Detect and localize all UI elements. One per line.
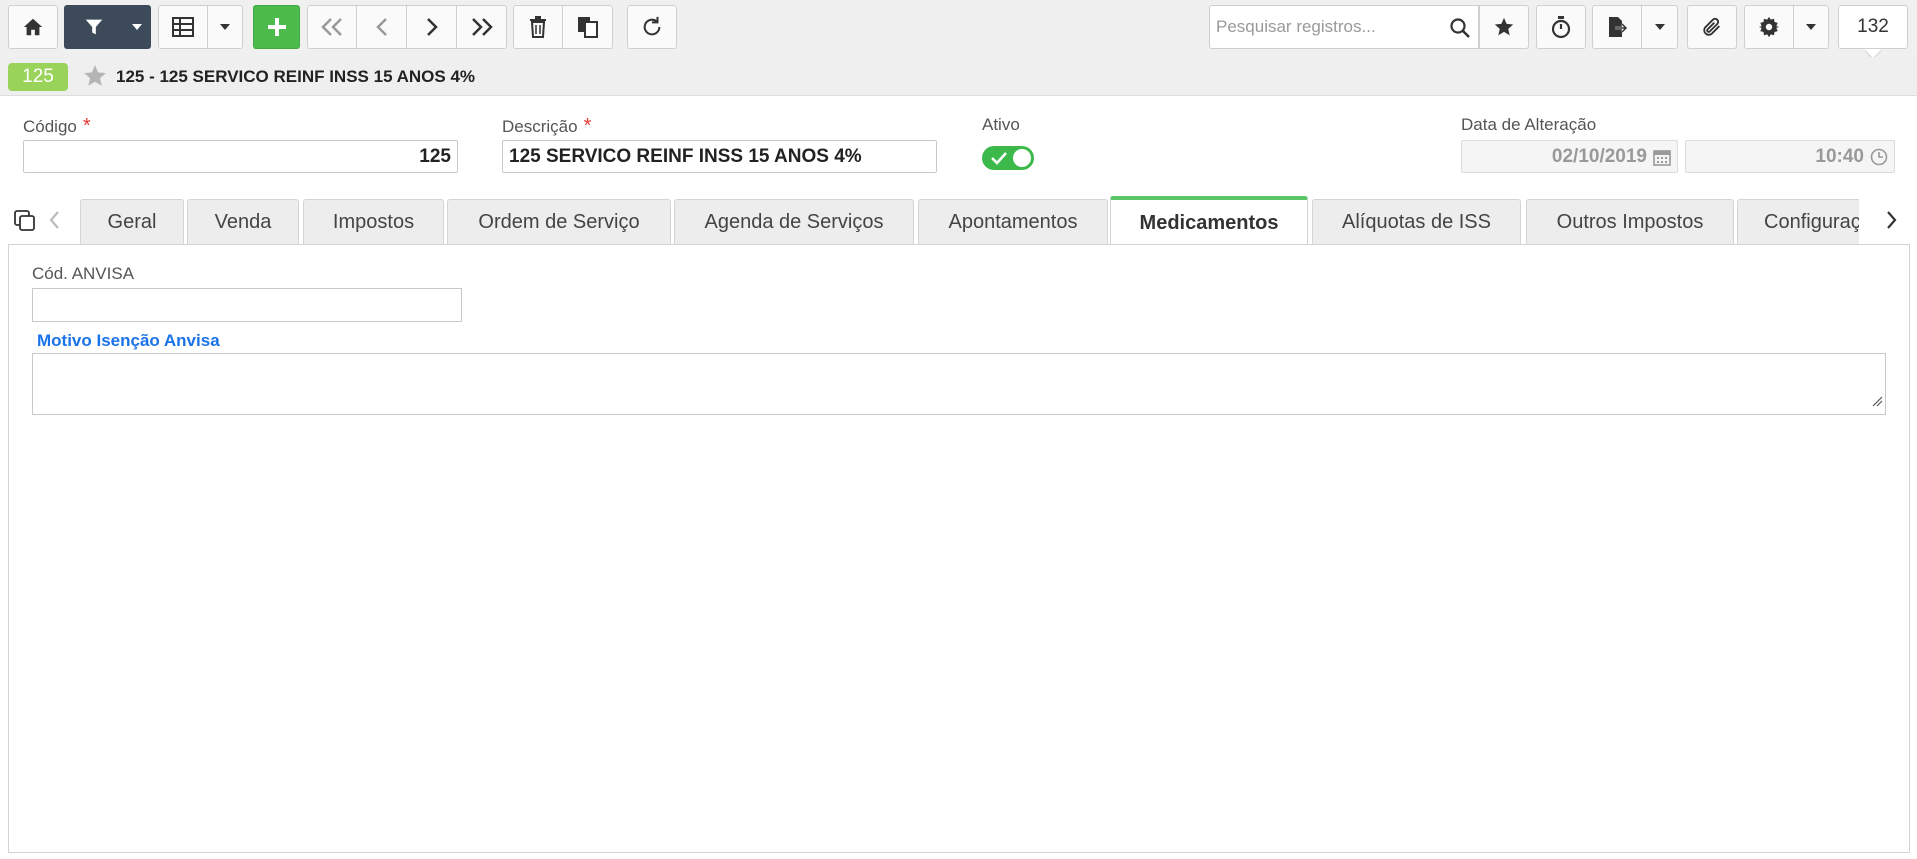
motivo-isencao-label[interactable]: Motivo Isenção Anvisa (37, 331, 220, 351)
record-id-badge: 125 (8, 63, 68, 91)
descricao-label-text: Descrição (502, 117, 578, 136)
codigo-label-text: Código (23, 117, 77, 136)
copy-tabs-icon[interactable] (14, 210, 36, 237)
time-value: 10:40 (1815, 145, 1864, 167)
caret-down-icon (1806, 24, 1816, 30)
copy-icon (577, 17, 598, 38)
export-dropdown-button[interactable] (1642, 5, 1678, 49)
caret-down-icon (220, 24, 230, 30)
delete-button[interactable] (513, 5, 563, 49)
date-value: 02/10/2019 (1551, 145, 1647, 167)
timer-button[interactable] (1536, 5, 1586, 49)
paperclip-icon (1703, 17, 1720, 36)
data-alteracao-date-field: 02/10/2019 (1461, 140, 1678, 173)
search-icon[interactable] (1450, 18, 1470, 43)
refresh-button[interactable] (627, 5, 677, 49)
ativo-toggle[interactable] (982, 146, 1034, 170)
data-alteracao-time-field: 10:40 (1685, 140, 1895, 173)
record-header: 125 125 - 125 SERVICO REINF INSS 15 ANOS… (0, 57, 1917, 96)
search-input[interactable] (1214, 8, 1434, 46)
descricao-value: 125 SERVICO REINF INSS 15 ANOS 4% (509, 145, 862, 167)
next-record-button[interactable] (407, 5, 457, 49)
last-record-button[interactable] (457, 5, 507, 49)
grid-view-button[interactable] (158, 5, 208, 49)
clock-icon (1870, 148, 1888, 166)
data-alteracao-label: Data de Alteração (1461, 115, 1597, 134)
tab-clip: Configurações (1737, 196, 1859, 245)
ativo-label: Ativo (982, 115, 1020, 134)
chevron-left-icon (375, 18, 387, 36)
medicamentos-panel (8, 244, 1910, 853)
home-button[interactable] (8, 5, 58, 49)
tab-venda[interactable]: Venda (187, 199, 299, 245)
tab-geral[interactable]: Geral (80, 199, 184, 245)
double-chevron-left-icon (321, 18, 342, 36)
tab-aliquotas-de-iss[interactable]: Alíquotas de ISS (1312, 199, 1521, 245)
descricao-label: Descrição * (502, 115, 591, 138)
check-icon (991, 152, 1007, 165)
tab-medicamentos[interactable]: Medicamentos (1110, 196, 1308, 246)
record-count: 132 (1838, 5, 1908, 49)
trash-icon (530, 16, 546, 38)
add-button[interactable] (253, 5, 300, 49)
settings-button[interactable] (1744, 5, 1794, 49)
settings-dropdown-button[interactable] (1794, 5, 1829, 49)
tab-agenda-de-servicos[interactable]: Agenda de Serviços (674, 199, 914, 245)
descricao-field[interactable]: 125 SERVICO REINF INSS 15 ANOS 4% (502, 140, 937, 173)
caret-down-icon (132, 24, 142, 30)
record-title: 125 - 125 SERVICO REINF INSS 15 ANOS 4% (116, 67, 476, 86)
required-marker: * (583, 115, 592, 137)
tab-ordem-de-servico[interactable]: Ordem de Serviço (447, 199, 671, 245)
tabs-scroll-right-icon[interactable] (1884, 209, 1898, 236)
tab-outros-impostos[interactable]: Outros Impostos (1526, 199, 1734, 245)
tab-configuracoes[interactable]: Configurações (1737, 199, 1859, 245)
search-box (1209, 5, 1479, 49)
filter-icon (85, 19, 103, 35)
attach-button[interactable] (1687, 5, 1737, 49)
tab-apontamentos[interactable]: Apontamentos (918, 199, 1108, 245)
plus-icon (267, 18, 286, 36)
export-button[interactable] (1592, 5, 1642, 49)
codigo-label: Código * (23, 115, 91, 138)
duplicate-button[interactable] (563, 5, 613, 49)
caret-down-icon (1654, 24, 1665, 30)
tabs-scroll-left-icon[interactable] (48, 209, 62, 236)
export-icon (1609, 17, 1628, 37)
cod-anvisa-field[interactable] (32, 288, 462, 322)
first-record-button[interactable] (307, 5, 357, 49)
codigo-field[interactable]: 125 (23, 140, 458, 173)
chevron-right-icon (426, 18, 438, 36)
cod-anvisa-label: Cód. ANVISA (32, 264, 135, 283)
resize-grip-icon[interactable] (1871, 394, 1883, 412)
filter-button[interactable] (64, 5, 124, 49)
codigo-value: 125 (419, 145, 451, 167)
favorite-button[interactable] (1479, 5, 1529, 49)
calendar-icon (1653, 148, 1671, 166)
star-icon (1494, 17, 1514, 36)
tab-impostos[interactable]: Impostos (303, 199, 444, 245)
filter-dropdown-button[interactable] (124, 5, 151, 49)
tabs-bar: Geral Venda Impostos Ordem de Serviço Ag… (0, 196, 1917, 246)
home-icon (23, 18, 43, 36)
stopwatch-icon (1551, 16, 1571, 39)
star-icon[interactable] (82, 63, 108, 94)
previous-record-button[interactable] (357, 5, 407, 49)
double-chevron-right-icon (471, 18, 493, 36)
motivo-isencao-textarea[interactable] (32, 353, 1886, 415)
gear-icon (1758, 16, 1780, 38)
grid-icon (172, 17, 194, 37)
grid-dropdown-button[interactable] (208, 5, 243, 49)
toolbar: 132 (0, 0, 1917, 60)
refresh-icon (643, 16, 661, 36)
required-marker: * (82, 115, 91, 137)
toggle-knob (1013, 149, 1031, 167)
